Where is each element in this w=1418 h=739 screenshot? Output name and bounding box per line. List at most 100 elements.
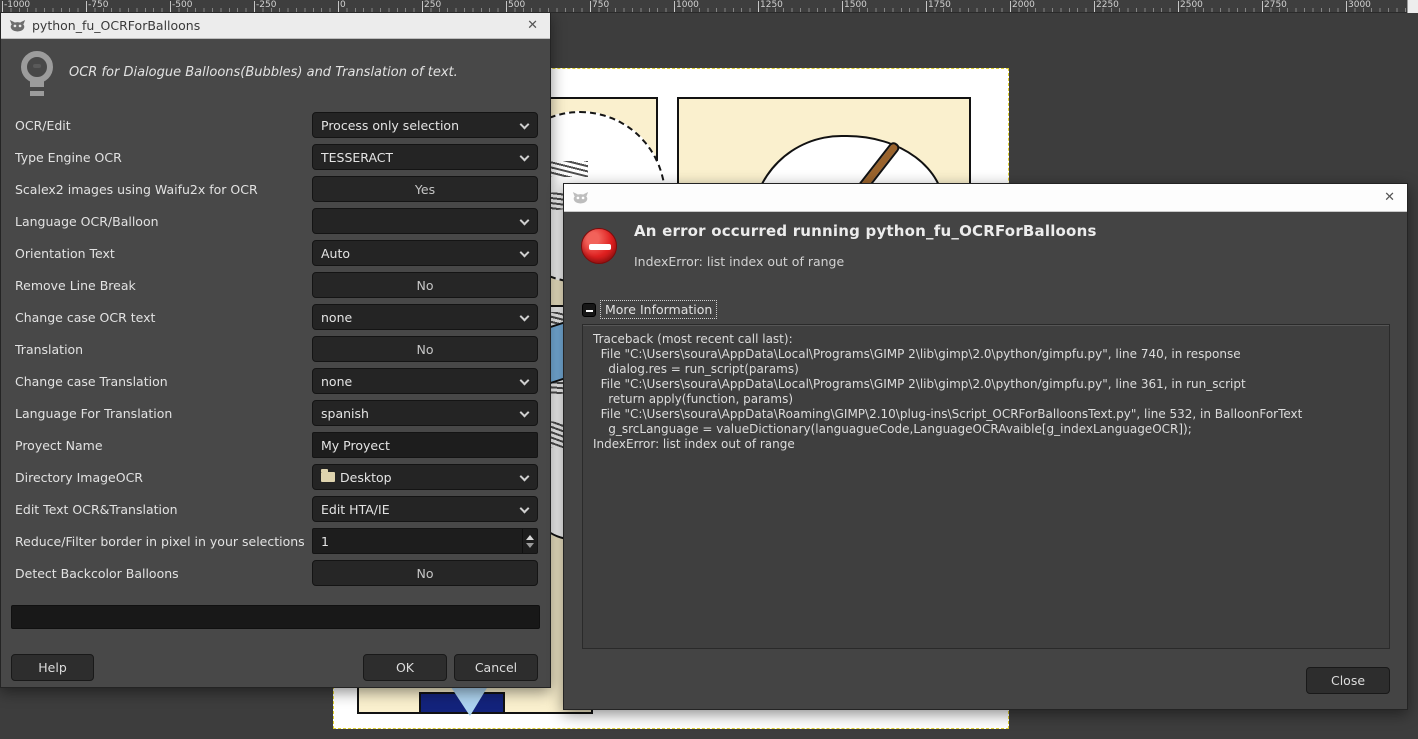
- traceback-line: File "C:\Users\soura\AppData\Local\Progr…: [593, 377, 1246, 391]
- ruler-label: 1250: [760, 0, 783, 10]
- field-label: Type Engine OCR: [15, 149, 122, 165]
- dropdown-value: none: [321, 309, 353, 325]
- field-label: Proyect Name: [15, 437, 103, 453]
- traceback-line: IndexError: list index out of range: [593, 437, 795, 451]
- traceback-line: g_srcLanguage = valueDictionary(languagu…: [593, 422, 1192, 436]
- collapse-icon[interactable]: [582, 302, 596, 317]
- dropdown-type-engine-ocr[interactable]: TESSERACT: [312, 144, 538, 170]
- spinner-arrows[interactable]: [522, 529, 537, 553]
- field-label: Orientation Text: [15, 245, 115, 261]
- gimp-wilber-icon: [9, 19, 26, 32]
- toggle-translation[interactable]: No: [312, 336, 538, 362]
- help-button[interactable]: Help: [11, 654, 94, 681]
- ruler-corner: [1407, 0, 1418, 13]
- field-label: Scalex2 images using Waifu2x for OCR: [15, 181, 258, 197]
- field-label: OCR/Edit: [15, 117, 71, 133]
- progress-bar: [11, 605, 540, 629]
- traceback-line: File "C:\Users\soura\AppData\Local\Progr…: [593, 347, 1241, 361]
- form-rows: OCR/Edit Process only selection Type Engin…: [1, 112, 550, 592]
- error-heading: An error occurred running python_fu_OCRF…: [634, 222, 1097, 240]
- spinner-reduce-filter-border-in-pixel-in-your-selections[interactable]: 1: [312, 528, 538, 554]
- ruler-label: 2000: [1012, 0, 1035, 10]
- form-row: Reduce/Filter border in pixel in your se…: [1, 528, 550, 554]
- ok-button[interactable]: OK: [363, 654, 447, 681]
- form-row: Remove Line Break No: [1, 272, 550, 298]
- traceback-text: Traceback (most recent call last): File …: [593, 332, 1379, 452]
- more-information-expander[interactable]: More Information: [582, 300, 718, 319]
- dropdown-value: Desktop: [340, 469, 392, 485]
- chevron-down-icon: [519, 119, 530, 130]
- close-icon[interactable]: ✕: [1380, 191, 1399, 204]
- toggle-detect-backcolor-balloons[interactable]: No: [312, 560, 538, 586]
- plugin-dialog-title: python_fu_OCRForBalloons: [32, 18, 201, 33]
- dropdown-value: Edit HTA/IE: [321, 501, 390, 517]
- error-dialog: ✕ An error occurred running python_fu_OC…: [563, 183, 1408, 710]
- traceback-line: return apply(function, params): [593, 392, 793, 406]
- horizontal-ruler[interactable]: -1000 -750 -500 -250 0 250 500 750 1000 1250 1500 1…: [0, 0, 1418, 13]
- field-label: Language For Translation: [15, 405, 173, 421]
- ruler-label: 250: [424, 0, 442, 10]
- ruler-label: 1500: [844, 0, 867, 10]
- dropdown-ocr-edit[interactable]: Process only selection: [312, 112, 538, 138]
- spin-down-icon[interactable]: [526, 542, 534, 548]
- dropdown-change-case-ocr-text[interactable]: none: [312, 304, 538, 330]
- dropdown-value: Process only selection: [321, 117, 459, 133]
- field-label: Language OCR/Balloon: [15, 213, 159, 229]
- toggle-remove-line-break[interactable]: No: [312, 272, 538, 298]
- traceback-line: File "C:\Users\soura\AppData\Roaming\GIM…: [593, 407, 1303, 421]
- expander-label[interactable]: More Information: [600, 300, 718, 319]
- chevron-down-icon: [519, 311, 530, 322]
- field-label: Reduce/Filter border in pixel in your se…: [15, 533, 305, 549]
- ruler-label: -1000: [4, 0, 31, 10]
- dropdown-language-ocr-balloon[interactable]: [312, 208, 538, 234]
- form-row: Orientation Text Auto: [1, 240, 550, 266]
- field-label: Edit Text OCR&Translation: [15, 501, 178, 517]
- ruler-label: -500: [172, 0, 193, 10]
- form-row: Language For Translation spanish: [1, 400, 550, 426]
- dropdown-language-for-translation[interactable]: spanish: [312, 400, 538, 426]
- field-label: Change case Translation: [15, 373, 168, 389]
- ruler-label: -750: [88, 0, 109, 10]
- form-row: OCR/Edit Process only selection: [1, 112, 550, 138]
- form-row: Language OCR/Balloon: [1, 208, 550, 234]
- close-button[interactable]: Close: [1306, 667, 1390, 694]
- form-row: Proyect Name My Proyect: [1, 432, 550, 458]
- form-row: Change case OCR text none: [1, 304, 550, 330]
- close-icon[interactable]: ✕: [523, 19, 542, 32]
- form-row: Translation No: [1, 336, 550, 362]
- chevron-down-icon: [519, 407, 530, 418]
- dropdown-directory-imageocr[interactable]: Desktop: [312, 464, 538, 490]
- traceback-line: Traceback (most recent call last):: [593, 332, 793, 346]
- field-label: Change case OCR text: [15, 309, 156, 325]
- input-proyect-name[interactable]: My Proyect: [312, 432, 538, 458]
- ruler-label: 750: [592, 0, 610, 10]
- chevron-down-icon: [519, 151, 530, 162]
- error-icon: [581, 228, 617, 264]
- field-label: Detect Backcolor Balloons: [15, 565, 179, 581]
- form-row: Directory ImageOCR Desktop: [1, 464, 550, 490]
- traceback-box[interactable]: Traceback (most recent call last): File …: [582, 324, 1390, 649]
- dropdown-value: Auto: [321, 245, 351, 261]
- ruler-label: -250: [256, 0, 277, 10]
- dropdown-change-case-translation[interactable]: none: [312, 368, 538, 394]
- field-label: Translation: [15, 341, 84, 357]
- toggle-scalex2-images-using-waifu2x-for-ocr[interactable]: Yes: [312, 176, 538, 202]
- spin-up-icon[interactable]: [526, 534, 534, 540]
- dropdown-orientation-text[interactable]: Auto: [312, 240, 538, 266]
- cancel-button[interactable]: Cancel: [454, 654, 538, 681]
- plugin-dialog: python_fu_OCRForBalloons ✕ OCR for Dialo…: [0, 12, 551, 688]
- chevron-down-icon: [519, 215, 530, 226]
- spinner-value: 1: [321, 533, 329, 549]
- dropdown-edit-text-ocr-translation[interactable]: Edit HTA/IE: [312, 496, 538, 522]
- ruler-label: 1750: [928, 0, 951, 10]
- traceback-line: dialog.res = run_script(params): [593, 362, 799, 376]
- form-row: Detect Backcolor Balloons No: [1, 560, 550, 586]
- form-row: Change case Translation none: [1, 368, 550, 394]
- plugin-dialog-titlebar[interactable]: python_fu_OCRForBalloons ✕: [1, 13, 550, 39]
- gimp-wilber-icon: [572, 191, 589, 204]
- chevron-down-icon: [519, 375, 530, 386]
- folder-icon: [321, 469, 335, 482]
- form-row: Type Engine OCR TESSERACT: [1, 144, 550, 170]
- error-dialog-titlebar[interactable]: ✕: [564, 184, 1407, 212]
- ruler-label: 3000: [1348, 0, 1371, 10]
